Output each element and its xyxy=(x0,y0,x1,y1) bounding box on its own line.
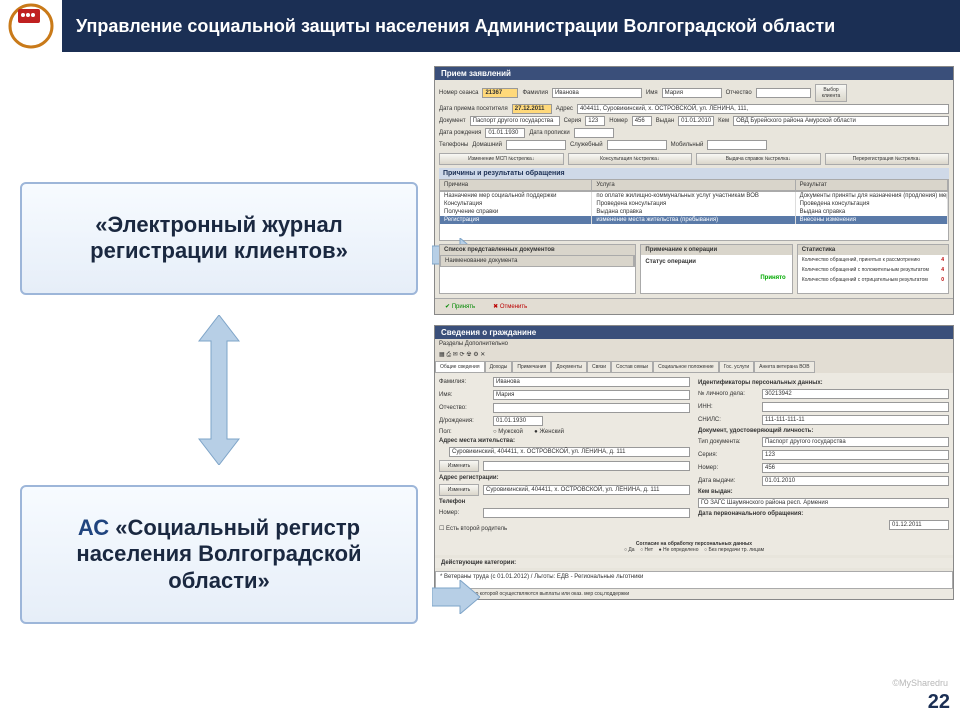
select-client-button[interactable]: Выбор клиента xyxy=(815,84,848,102)
change-button[interactable]: Изменить xyxy=(439,484,479,496)
docs-box: Список представленных документов Наимено… xyxy=(439,244,636,294)
window-footer: ✔ Принять ✖ Отменить xyxy=(435,298,953,314)
tab[interactable]: Примечания xyxy=(512,361,551,373)
reasons-table[interactable]: Назначение мер социальной поддержкипо оп… xyxy=(439,191,949,241)
action-button[interactable]: Консультация №стрелка↓ xyxy=(568,153,693,165)
footnote: * - категория, по которой осуществляются… xyxy=(435,589,953,599)
right-panel: Идентификаторы персональных данных: № ли… xyxy=(698,377,949,535)
double-arrow-icon xyxy=(189,315,249,465)
status-value: Принято xyxy=(760,275,785,281)
right-column: Прием заявлений Номер сеанса 21367 Фамил… xyxy=(430,52,960,720)
visit-date[interactable]: 27.12.2011 xyxy=(512,104,552,114)
tabs: Общие сведения Доходы Примечания Докумен… xyxy=(435,361,953,373)
tab[interactable]: Доходы xyxy=(485,361,513,373)
note-box: Примечание к операции Статус операции Пр… xyxy=(640,244,792,294)
card-journal-text: «Электронный журнал регистрации клиентов… xyxy=(36,212,402,265)
left-column: «Электронный журнал регистрации клиентов… xyxy=(0,52,430,720)
window-title: Прием заявлений xyxy=(435,67,953,80)
window-title: Сведения о гражданине xyxy=(435,326,953,339)
patronymic-input[interactable] xyxy=(756,88,811,98)
action-button-bar: Изменение МСП №стрелка↓ Консультация №ст… xyxy=(439,153,949,165)
categories-list[interactable]: * Ветераны труда (с 01.01.2012) / Льготы… xyxy=(435,571,953,589)
card-registry: АС «Социальный регистр населения Волгогр… xyxy=(20,485,418,624)
surname-input[interactable]: Иванова xyxy=(552,88,642,98)
header-bar: Управление социальной защиты населения А… xyxy=(0,0,960,52)
page-number: 22 xyxy=(928,691,950,714)
tab[interactable]: Связи xyxy=(587,361,611,373)
page-title: Управление социальной защиты населения А… xyxy=(76,16,835,37)
tab[interactable]: Анкета ветерана ВОВ xyxy=(754,361,814,373)
tab[interactable]: Документы xyxy=(551,361,587,373)
cancel-button[interactable]: ✖ Отменить xyxy=(487,301,533,312)
arrow-right-icon xyxy=(432,580,480,614)
change-button[interactable]: Изменить xyxy=(439,460,479,472)
action-button[interactable]: Изменение МСП №стрелка↓ xyxy=(439,153,564,165)
card-registry-text: АС «Социальный регистр населения Волгогр… xyxy=(36,515,402,594)
name-input[interactable]: Мария xyxy=(662,88,722,98)
tab[interactable]: Общие сведения xyxy=(435,361,485,373)
action-button[interactable]: Перерегистрация №стрелка↓ xyxy=(825,153,950,165)
icon-toolbar[interactable]: ▦ ⎙ ✉ ⟳ ☢ ⚙ ✕ xyxy=(435,349,953,361)
title-bar: Управление социальной защиты населения А… xyxy=(62,0,960,52)
left-panel: Фамилия:Иванова Имя:Мария Отчество: Д/ро… xyxy=(439,377,690,535)
accept-button[interactable]: ✔ Принять xyxy=(439,301,481,312)
watermark: ©MySharedru xyxy=(892,678,948,688)
tab[interactable]: Состав семьи xyxy=(611,361,653,373)
window-journal: Прием заявлений Номер сеанса 21367 Фамил… xyxy=(434,66,954,315)
card-journal: «Электронный журнал регистрации клиентов… xyxy=(20,182,418,295)
table-header: Причина Услуга Результат xyxy=(439,179,949,191)
action-button[interactable]: Выдача справок №стрелка↓ xyxy=(696,153,821,165)
address-input[interactable]: 404411, Суровикинский, х. ОСТРОВСКОЙ, ул… xyxy=(577,104,949,114)
stats-box: Статистика Количество обращений, приняты… xyxy=(797,244,949,294)
logo xyxy=(0,0,62,52)
menu-bar[interactable]: Разделы Дополнительно xyxy=(435,339,953,349)
session-number[interactable]: 21367 xyxy=(482,88,518,98)
section-reasons: Причины и результаты обращения xyxy=(439,168,949,179)
consent-row: Согласие на обработку персональных данны… xyxy=(435,539,953,555)
tab[interactable]: Социальное положение xyxy=(653,361,719,373)
window-registry: Сведения о гражданине Разделы Дополнител… xyxy=(434,325,954,600)
tab[interactable]: Гос. услуги xyxy=(719,361,754,373)
doc-input[interactable]: Паспорт другого государства xyxy=(470,116,560,126)
